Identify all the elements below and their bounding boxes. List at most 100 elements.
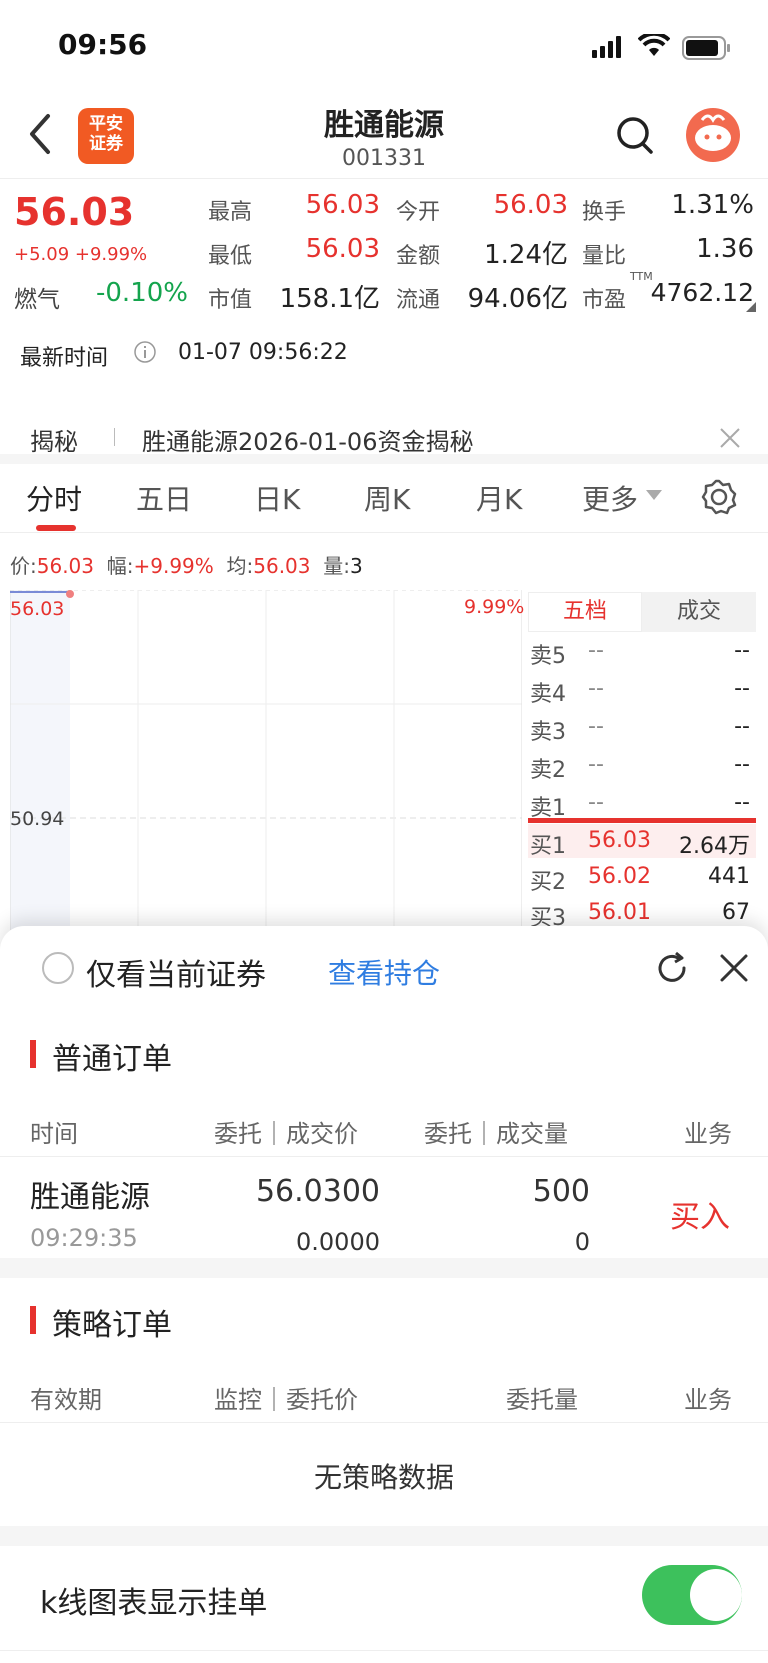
sell2-price: -- [588,752,604,777]
tab-five-day[interactable]: 五日 [136,478,192,518]
refresh-icon[interactable] [654,950,690,986]
buy3-price: 56.01 [588,900,651,925]
more-dropdown-icon[interactable] [646,490,662,500]
mini-vol: 3 [349,554,363,578]
strategy-empty-text: 无策略数据 [313,1461,454,1494]
amount-value: 1.24亿 [484,240,568,270]
order-stock-name: 胜通能源 [30,1180,150,1215]
buy-row-2: 买2 56.02 441 [530,864,750,900]
col-business-2: 业务 [684,1386,732,1414]
amount-label: 金额 [396,244,441,269]
search-icon[interactable] [616,116,654,156]
order-deal-qty: 0 [574,1228,590,1256]
order-deal-price: 0.0000 [296,1228,380,1256]
view-positions-link[interactable]: 查看持仓 [328,952,440,992]
open-value: 56.03 [493,190,568,220]
active-tab-indicator [36,525,76,531]
sell3-price: -- [588,714,604,739]
assistant-avatar-icon[interactable] [686,108,740,162]
col-entrust-qty: 委托量 [506,1386,578,1414]
tab-five-levels[interactable]: 五档 [528,592,642,632]
tab-trades-label: 成交 [676,599,721,624]
order-action[interactable]: 买入 [670,1192,730,1236]
sell2-vol: -- [734,752,750,777]
buy2-vol: 441 [708,864,750,889]
sector-change: -0.10% [96,278,188,308]
info-icon[interactable] [133,340,157,364]
sell4-label: 卖4 [530,682,566,707]
tabs-divider [0,532,768,533]
buy1-vol: 2.64万 [679,834,750,859]
tab-weekly-k[interactable]: 周K [364,478,410,518]
tab-trades[interactable]: 成交 [642,592,756,632]
only-current-label[interactable]: 仅看当前证券 [86,950,266,994]
section-gap-2 [0,1526,768,1546]
sell3-label: 卖3 [530,720,566,745]
tab-daily-k[interactable]: 日K [254,478,300,518]
float-label: 流通 [396,288,441,313]
mini-amp-label: 幅: [106,554,134,578]
sell-row-3: 卖3 -- -- [530,714,750,750]
buy1-label: 买1 [530,834,566,859]
high-label: 最高 [208,200,253,225]
market-cap-label: 市值 [208,288,253,313]
sell1-vol: -- [734,790,750,815]
volume-ratio-value: 1.36 [696,234,754,264]
buy2-label: 买2 [530,870,566,895]
sell3-vol: -- [734,714,750,739]
mini-amp: +9.99% [133,554,214,578]
close-banner-icon[interactable] [718,426,742,450]
last-price: 56.03 [14,190,135,234]
banner-text[interactable]: 胜通能源2026-01-06资金揭秘 [142,422,473,457]
col-validity: 有效期 [30,1386,102,1414]
col-time: 时间 [30,1120,78,1148]
sell1-price: -- [588,790,604,815]
bottom-divider [0,1650,768,1651]
latest-time-value: 01-07 09:56:22 [178,340,348,365]
sell-row-5: 卖5 -- -- [530,638,750,674]
price-change: +5.09 +9.99% [14,244,148,265]
only-current-radio[interactable] [42,952,74,984]
sell-row-4: 卖4 -- -- [530,676,750,712]
corner-triangle-icon[interactable] [746,302,756,312]
strategy-orders-title: 策略订单 [52,1308,172,1343]
col-monitor-entrust-price: 监控｜委托价 [214,1386,358,1414]
bid-ask-divider [528,818,756,823]
pe-value: 4762.12 [650,278,754,307]
open-label: 今开 [396,200,441,225]
sell5-label: 卖5 [530,644,566,669]
tab-monthly-k[interactable]: 月K [476,478,522,518]
sell4-price: -- [588,676,604,701]
chart-top-price: 56.03 [10,598,65,620]
mini-avg-label: 均: [226,554,254,578]
table-row[interactable]: 胜通能源 09:29:35 56.0300 0.0000 500 0 买入 [0,1158,768,1258]
pe-label: 市盈 [582,288,627,313]
tab-intraday[interactable]: 分时 [26,478,82,518]
sell5-vol: -- [734,638,750,663]
market-cap-value: 158.1亿 [279,284,380,314]
orders-header-divider [0,1156,768,1157]
sell5-price: -- [588,638,604,663]
strategy-orders-bar [30,1306,36,1334]
settings-gear-icon[interactable] [700,478,738,516]
buy1-price: 56.03 [588,828,651,853]
buy3-vol: 67 [722,900,750,925]
intraday-chart[interactable] [10,590,522,930]
turnover-value: 1.31% [671,190,754,220]
cellular-signal-icon [592,36,621,58]
normal-orders-title: 普通订单 [52,1042,172,1077]
sell2-label: 卖2 [530,758,566,783]
order-entrust-qty: 500 [532,1174,590,1209]
mini-vol-label: 量: [323,554,350,578]
sell4-vol: -- [734,676,750,701]
sector-name[interactable]: 燃气 [14,280,60,314]
chart-top-percent: 9.99% [464,596,525,618]
col-entrust-deal-price: 委托｜成交价 [214,1120,358,1148]
order-time: 09:29:35 [30,1224,138,1252]
battery-icon [682,36,730,60]
banner-divider [114,428,115,446]
normal-orders-bar [30,1040,36,1068]
tab-more[interactable]: 更多 [582,478,638,518]
close-sheet-icon[interactable] [718,952,750,984]
order-entrust-price: 56.0300 [255,1174,380,1209]
